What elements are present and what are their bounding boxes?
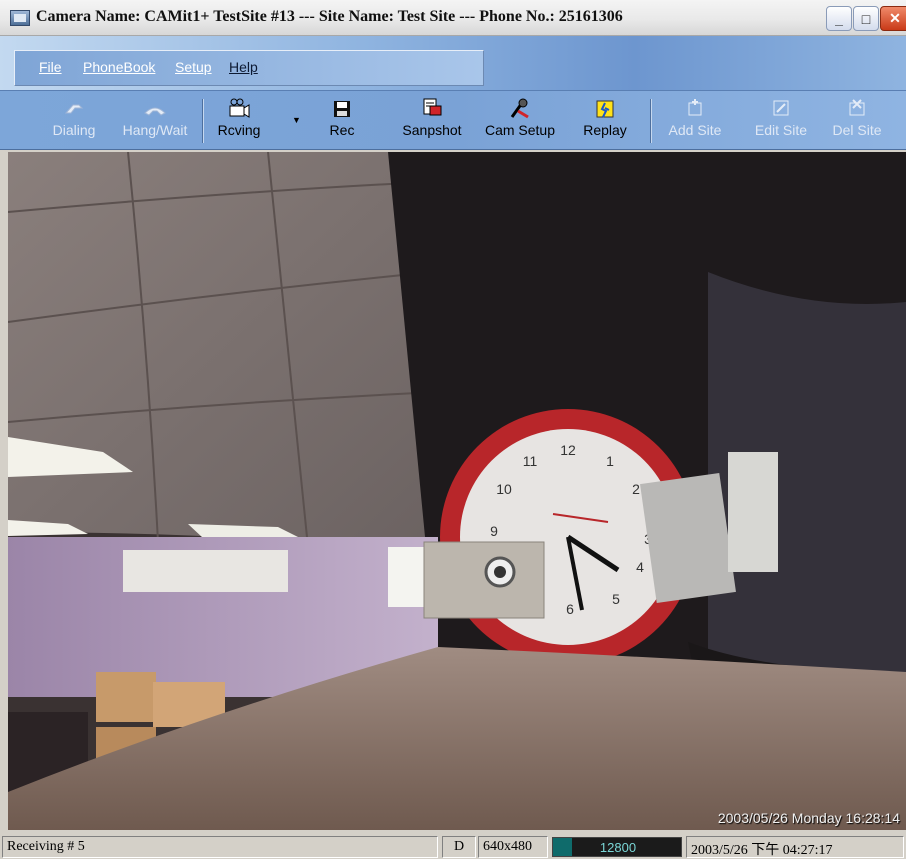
svg-text:1: 1 xyxy=(606,453,614,469)
receiving-button[interactable]: Rcving xyxy=(208,95,270,147)
minimize-button[interactable]: _ xyxy=(826,6,852,31)
rec-button[interactable]: Rec xyxy=(322,95,362,147)
svg-text:5: 5 xyxy=(612,591,620,607)
camera-frame-image: 1212 345 61110 9 xyxy=(8,152,906,830)
phone-dial-icon xyxy=(44,95,104,119)
menu-help[interactable]: Help xyxy=(229,59,258,75)
edit-site-button[interactable]: Edit Site xyxy=(748,95,814,147)
toolbar-separator xyxy=(202,99,204,143)
receiving-dropdown-arrow[interactable]: ▼ xyxy=(292,115,301,125)
window-title: Camera Name: CAMit1+ TestSite #13 --- Si… xyxy=(36,8,623,25)
svg-text:4: 4 xyxy=(636,559,644,575)
bitrate-meter: 12800 xyxy=(552,837,682,857)
floppy-disk-icon xyxy=(322,95,362,119)
receiving-camera-icon xyxy=(208,95,270,119)
svg-text:11: 11 xyxy=(523,453,538,469)
svg-text:10: 10 xyxy=(496,481,512,497)
camera-video-view[interactable]: 1212 345 61110 9 2003/05/26 Monday 16:28… xyxy=(8,152,906,830)
add-site-icon xyxy=(664,95,726,119)
svg-text:12: 12 xyxy=(560,442,576,458)
close-button[interactable]: ✕ xyxy=(880,6,906,31)
video-timestamp-overlay: 2003/05/26 Monday 16:28:14 xyxy=(717,810,900,826)
bitrate-value: 12800 xyxy=(599,840,637,855)
replay-icon xyxy=(576,95,634,119)
status-message: Receiving # 5 xyxy=(2,836,438,858)
svg-text:2: 2 xyxy=(632,481,640,497)
svg-text:9: 9 xyxy=(490,523,498,539)
delete-site-icon xyxy=(826,95,888,119)
replay-button[interactable]: Replay xyxy=(576,95,634,147)
title-bar[interactable]: Camera Name: CAMit1+ TestSite #13 --- Si… xyxy=(0,0,906,36)
svg-text:6: 6 xyxy=(566,601,574,617)
dialing-button[interactable]: Dialing xyxy=(44,95,104,147)
add-site-button[interactable]: Add Site xyxy=(664,95,726,147)
edit-site-icon xyxy=(748,95,814,119)
menu-file[interactable]: File xyxy=(39,59,62,75)
camera-app-icon[interactable] xyxy=(10,10,30,26)
maximize-button[interactable]: □ xyxy=(853,6,879,31)
delete-site-button[interactable]: Del Site xyxy=(826,95,888,147)
cam-setup-icon xyxy=(478,95,562,119)
toolbar: Dialing Hang/Wait Rcving ▼ Rec Sanpshot … xyxy=(0,90,906,150)
hang-wait-button[interactable]: Hang/Wait xyxy=(112,95,198,147)
phone-hang-icon xyxy=(112,95,198,119)
cam-setup-button[interactable]: Cam Setup xyxy=(478,95,562,147)
status-bar: Receiving # 5 D 640x480 12800 2003/5/26 … xyxy=(0,834,906,859)
snapshot-button[interactable]: Sanpshot xyxy=(396,95,468,147)
menu-bar: File PhoneBook Setup Help xyxy=(14,50,484,86)
toolbar-separator xyxy=(650,99,652,143)
snapshot-icon xyxy=(396,95,468,119)
status-mode: D xyxy=(442,836,476,858)
menu-phonebook[interactable]: PhoneBook xyxy=(83,59,155,75)
menu-setup[interactable]: Setup xyxy=(175,59,212,75)
status-resolution: 640x480 xyxy=(478,836,548,858)
status-datetime: 2003/5/26 下午 04:27:17 xyxy=(686,836,904,858)
menu-band: File PhoneBook Setup Help xyxy=(0,36,906,90)
